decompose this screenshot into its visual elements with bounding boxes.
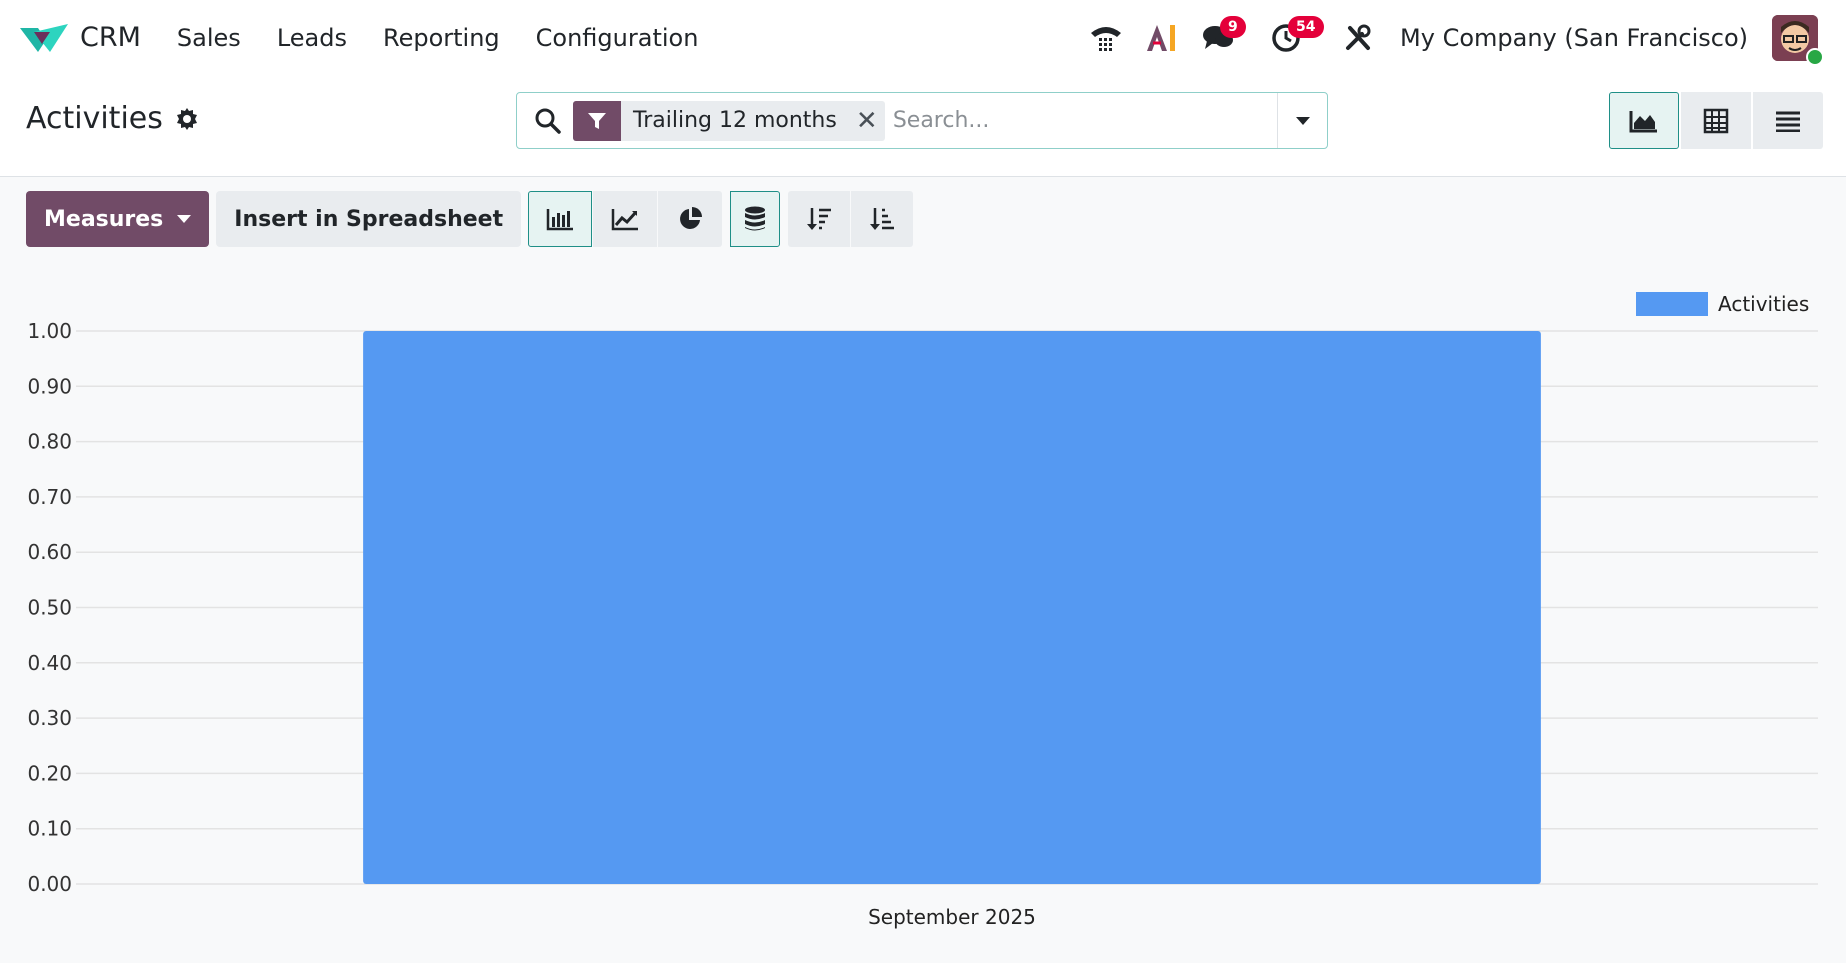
pie-chart-icon	[680, 207, 703, 229]
pie-chart-button[interactable]	[658, 191, 723, 247]
page-title: Activities	[26, 101, 199, 136]
y-tick-label: 0.40	[27, 651, 72, 675]
menu-sales[interactable]: Sales	[159, 24, 259, 52]
measures-button[interactable]: Measures	[26, 191, 210, 247]
bar-chart-icon	[546, 209, 574, 231]
search-facet: Trailing 12 months ✕	[573, 100, 885, 141]
y-tick-label: 0.30	[27, 706, 72, 730]
legend-swatch	[1636, 292, 1708, 316]
sort-descending-icon	[807, 208, 832, 230]
x-tick-label: September 2025	[868, 905, 1036, 929]
sort-descending-button[interactable]	[788, 191, 851, 247]
stacked-button[interactable]	[730, 191, 781, 247]
systray: 9 54 My Company (San Francisco)	[1078, 0, 1846, 75]
messages-icon[interactable]: 9	[1198, 15, 1246, 58]
line-chart-button[interactable]	[593, 191, 658, 247]
bar-chart: 0.00 0.10 0.20 0.30 0.40 0.50 0.60 0.70 0.80 0.90…	[27, 292, 1818, 929]
insert-spreadsheet-button[interactable]: Insert in Spreadsheet	[216, 191, 522, 247]
company-switcher[interactable]: My Company (San Francisco)	[1400, 24, 1748, 52]
insert-spreadsheet-label: Insert in Spreadsheet	[234, 206, 504, 232]
app-brand[interactable]: CRM	[20, 22, 141, 54]
caret-down-icon	[1295, 116, 1310, 125]
graph-area: 0.00 0.10 0.20 0.30 0.40 0.50 0.60 0.70 0.80 0.90…	[0, 280, 1846, 963]
user-avatar[interactable]	[1772, 14, 1824, 66]
line-chart-icon	[611, 209, 639, 231]
y-tick-label: 0.70	[27, 485, 72, 509]
search-icon[interactable]	[533, 106, 563, 136]
area-chart-icon	[1629, 110, 1657, 132]
table-grid-icon	[1703, 108, 1729, 133]
chart-type-group	[528, 191, 723, 247]
y-tick-label: 0.90	[27, 374, 72, 398]
y-tick-label: 0.60	[27, 540, 72, 564]
app-name: CRM	[80, 22, 141, 53]
database-stack-icon	[745, 206, 766, 231]
menu-configuration[interactable]: Configuration	[518, 24, 717, 52]
chart-bar	[363, 331, 1541, 884]
tools-icon[interactable]	[1338, 18, 1378, 58]
legend-label: Activities	[1718, 292, 1809, 316]
activities-badge: 54	[1288, 15, 1324, 38]
crm-logo-icon	[20, 23, 68, 52]
facet-label: Trailing 12 months	[633, 108, 837, 133]
menu-reporting[interactable]: Reporting	[365, 24, 518, 52]
view-graph-button[interactable]	[1609, 92, 1679, 149]
search-options-toggle[interactable]	[1277, 93, 1327, 148]
phone-icon[interactable]	[1086, 18, 1126, 58]
activities-clock-icon[interactable]: 54	[1266, 15, 1324, 58]
measures-label: Measures	[44, 206, 164, 232]
list-icon	[1776, 111, 1800, 132]
y-tick-label: 0.50	[27, 596, 72, 620]
control-panel: Activities Trailing 12 months ✕	[0, 75, 1846, 177]
y-tick-label: 0.20	[27, 761, 72, 785]
page-title-text: Activities	[26, 101, 163, 136]
view-pivot-button[interactable]	[1681, 92, 1751, 149]
caret-down-icon	[177, 215, 192, 223]
facet-remove-icon[interactable]: ✕	[849, 106, 885, 136]
main-menu: Sales Leads Reporting Configuration	[159, 24, 717, 52]
view-switcher	[1609, 92, 1825, 149]
y-tick-label: 0.00	[27, 872, 72, 896]
ai-icon[interactable]	[1142, 18, 1182, 58]
gear-icon[interactable]	[175, 107, 199, 131]
y-tick-label: 0.10	[27, 817, 72, 841]
sort-ascending-icon	[870, 208, 895, 230]
graph-toolbar: Measures Insert in Spreadsheet	[26, 191, 914, 247]
online-status-dot	[1806, 47, 1824, 66]
stack-group	[730, 191, 781, 247]
search-input[interactable]	[892, 108, 1273, 133]
menu-leads[interactable]: Leads	[259, 24, 365, 52]
view-list-button[interactable]	[1753, 92, 1823, 149]
y-tick-label: 0.80	[27, 430, 72, 454]
sort-group	[788, 191, 914, 247]
messages-badge: 9	[1220, 15, 1246, 38]
top-navbar: CRM Sales Leads Reporting Configuration	[0, 0, 1846, 75]
bar-chart-button[interactable]	[528, 191, 593, 247]
y-tick-label: 1.00	[27, 319, 72, 343]
filter-icon	[573, 100, 621, 141]
sort-ascending-button[interactable]	[851, 191, 914, 247]
search-bar: Trailing 12 months ✕	[516, 92, 1328, 149]
